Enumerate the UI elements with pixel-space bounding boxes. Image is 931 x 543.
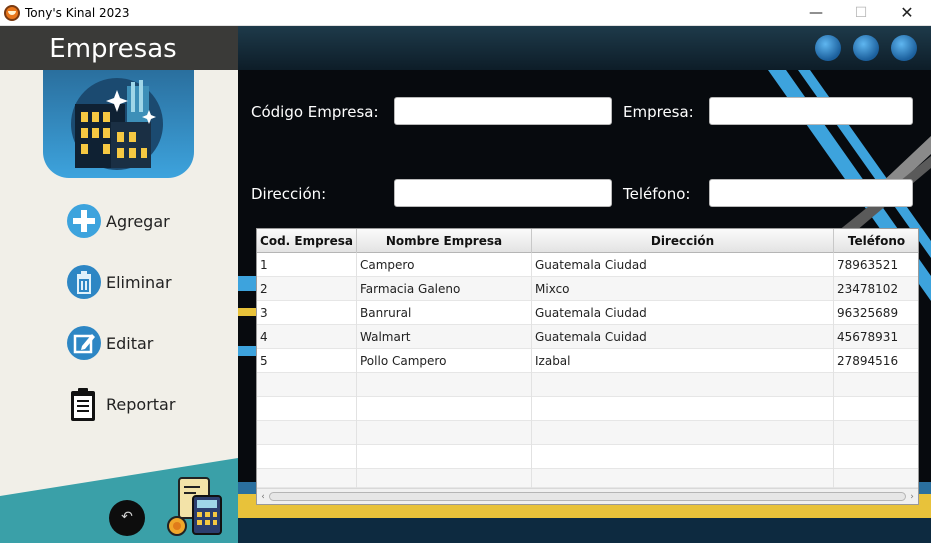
scroll-left-icon[interactable]: ‹	[257, 490, 269, 504]
cell-nombre: Farmacia Galeno	[357, 277, 532, 301]
table-row[interactable]: 5 Pollo Campero Izabal 27894516	[257, 349, 918, 373]
horizontal-scrollbar[interactable]: ‹ ›	[257, 488, 918, 504]
clipboard-icon	[71, 388, 95, 421]
telefono-label: Teléfono:	[623, 185, 691, 203]
window-title: Tony's Kinal 2023	[25, 6, 130, 20]
cell-telefono: 23478102	[834, 277, 918, 301]
cell-telefono: 78963521	[834, 253, 918, 277]
cell-telefono: 45678931	[834, 325, 918, 349]
report-calculator-icon	[167, 477, 222, 536]
sidebar: Empresas Agregar Eliminar Editar Reporta…	[0, 26, 238, 543]
cell-codigo: 5	[257, 349, 357, 373]
cell-codigo: 4	[257, 325, 357, 349]
edit-icon	[67, 326, 101, 360]
column-header-nombre[interactable]: Nombre Empresa	[357, 229, 532, 253]
cell-nombre: Pollo Campero	[357, 349, 532, 373]
eliminar-label: Eliminar	[106, 273, 172, 292]
empty-table-row	[257, 373, 918, 397]
plus-icon	[67, 204, 101, 238]
empty-table-row	[257, 421, 918, 445]
cell-direccion: Guatemala Cuidad	[532, 325, 834, 349]
editar-button[interactable]: Editar	[66, 325, 226, 363]
cell-direccion: Mixco	[532, 277, 834, 301]
empresa-label: Empresa:	[623, 103, 694, 121]
table-row[interactable]: 3 Banrural Guatemala Ciudad 96325689	[257, 301, 918, 325]
empty-table-row	[257, 445, 918, 469]
cell-telefono: 96325689	[834, 301, 918, 325]
reportar-button[interactable]: Reportar	[66, 386, 226, 424]
empresa-input[interactable]	[709, 97, 913, 125]
building-icon	[71, 78, 163, 170]
cell-codigo: 1	[257, 253, 357, 277]
app-logo-icon	[4, 5, 20, 21]
empty-table-row	[257, 397, 918, 421]
maximize-button[interactable]: ☐	[838, 0, 884, 26]
cell-nombre: Walmart	[357, 325, 532, 349]
company-building-logo	[43, 70, 194, 178]
direccion-input[interactable]	[394, 179, 612, 207]
eliminar-button[interactable]: Eliminar	[66, 264, 226, 302]
minimize-button[interactable]: —	[793, 0, 839, 26]
cell-codigo: 2	[257, 277, 357, 301]
close-button[interactable]: ✕	[884, 0, 930, 26]
codigo-empresa-input[interactable]	[394, 97, 612, 125]
cell-telefono: 27894516	[834, 349, 918, 373]
codigo-empresa-label: Código Empresa:	[251, 103, 379, 121]
column-header-codigo[interactable]: Cod. Empresa	[257, 229, 357, 253]
agregar-button[interactable]: Agregar	[66, 203, 226, 241]
title-bar: Tony's Kinal 2023 — ☐ ✕	[0, 0, 931, 26]
empresas-table[interactable]: Cod. Empresa Nombre Empresa Dirección Te…	[256, 228, 919, 505]
sidebar-header: Empresas	[0, 26, 238, 70]
column-header-direccion[interactable]: Dirección	[532, 229, 834, 253]
cell-nombre: Banrural	[357, 301, 532, 325]
table-header: Cod. Empresa Nombre Empresa Dirección Te…	[257, 229, 918, 253]
reportar-label: Reportar	[106, 395, 176, 414]
page-title: Empresas	[49, 34, 177, 64]
telefono-input[interactable]	[709, 179, 913, 207]
editar-label: Editar	[106, 334, 154, 353]
empty-table-row	[257, 469, 918, 493]
cell-direccion: Izabal	[532, 349, 834, 373]
agregar-label: Agregar	[106, 212, 170, 231]
scrollbar-thumb[interactable]	[269, 492, 906, 501]
table-row[interactable]: 4 Walmart Guatemala Cuidad 45678931	[257, 325, 918, 349]
column-header-telefono[interactable]: Teléfono	[834, 229, 918, 253]
table-row[interactable]: 1 Campero Guatemala Ciudad 78963521	[257, 253, 918, 277]
cell-direccion: Guatemala Ciudad	[532, 253, 834, 277]
cell-nombre: Campero	[357, 253, 532, 277]
trash-icon	[67, 265, 101, 299]
table-row[interactable]: 2 Farmacia Galeno Mixco 23478102	[257, 277, 918, 301]
back-arrow-icon: ↶	[121, 509, 133, 525]
back-button[interactable]: ↶	[109, 500, 145, 536]
cell-codigo: 3	[257, 301, 357, 325]
cell-direccion: Guatemala Ciudad	[532, 301, 834, 325]
direccion-label: Dirección:	[251, 185, 327, 203]
scroll-right-icon[interactable]: ›	[906, 490, 918, 504]
